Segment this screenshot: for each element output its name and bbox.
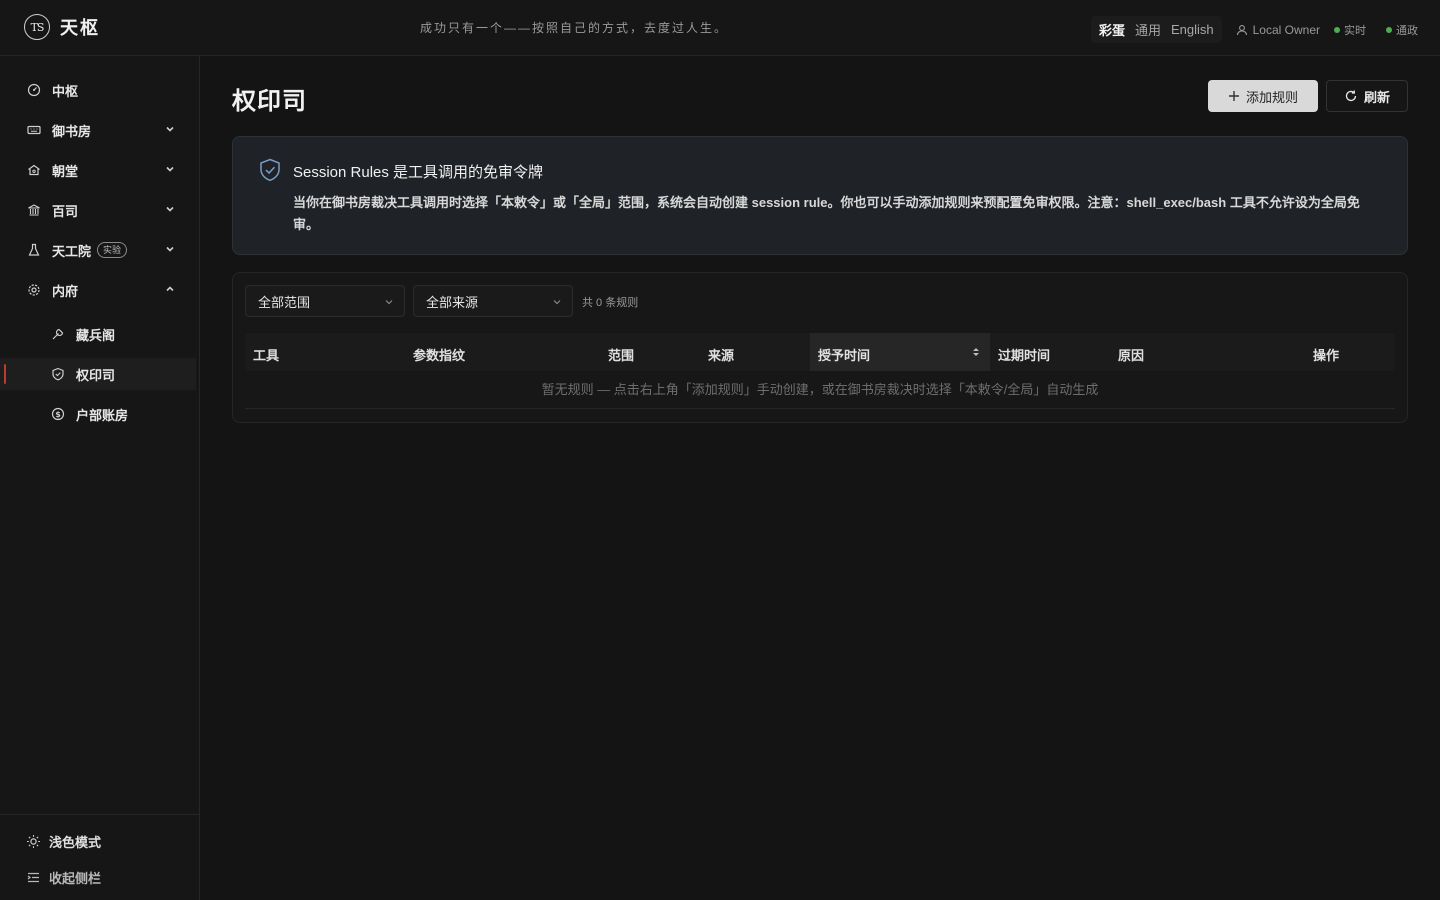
logo: TS (24, 14, 50, 40)
gear-icon (26, 282, 42, 298)
status-gov-label: 通政 (1396, 24, 1418, 37)
sidebar-item-court[interactable]: 朝堂 (0, 154, 196, 186)
sort-icon[interactable] (971, 346, 981, 358)
status-gov: 通政 (1386, 22, 1418, 38)
rules-table-card: 全部范围 全部来源 共 0 条规则 工具 参数指纹 范围 来源 授予时间 过期时… (232, 272, 1408, 423)
sidebar: 中枢 御书房 朝堂 百司 天工院 实验 内府 藏兵阁 权印司 $ 户部账房 浅色… (0, 56, 200, 900)
sidebar-item-seal-office[interactable]: 权印司 (0, 358, 196, 390)
shield-icon (50, 366, 66, 382)
active-indicator (4, 364, 6, 384)
sidebar-item-label: 中枢 (52, 83, 79, 99)
light-mode-toggle[interactable]: 浅色模式 (26, 832, 101, 851)
table-empty-state: 暂无规则 — 点击右上角「添加规则」手动创建，或在御书房裁决时选择「本敕令/全局… (245, 373, 1395, 409)
refresh-icon (1345, 90, 1357, 102)
sidebar-item-label: 百司 (52, 203, 79, 219)
collapse-sidebar-button[interactable]: 收起侧栏 (26, 868, 101, 887)
status-realtime-label: 实时 (1344, 24, 1366, 37)
plus-icon (1228, 91, 1239, 101)
refresh-button[interactable]: 刷新 (1326, 80, 1408, 112)
sidebar-item-label: 内府 (52, 283, 79, 299)
column-header-source[interactable]: 来源 (708, 345, 734, 364)
user-icon (1236, 24, 1247, 35)
column-header-reason[interactable]: 原因 (1118, 345, 1144, 364)
collapse-label: 收起侧栏 (49, 871, 102, 886)
sidebar-item-label: 藏兵阁 (76, 327, 116, 343)
status-realtime: 实时 (1334, 22, 1366, 38)
column-header-granted-time[interactable]: 授予时间 (818, 345, 870, 364)
info-text: 当你在御书房裁决工具调用时选择「本敕令」或「全局」范围，系统会自动创建 sess… (293, 195, 1360, 232)
chevron-down-icon (166, 126, 174, 132)
chevron-down-icon (385, 300, 393, 305)
sidebar-item-inner-palace[interactable]: 内府 (0, 274, 196, 306)
column-header-tool[interactable]: 工具 (253, 345, 279, 364)
building-icon (26, 202, 42, 218)
chevron-down-icon (166, 166, 174, 172)
add-rule-label: 添加规则 (1245, 89, 1298, 105)
sidebar-item-label: 御书房 (52, 123, 92, 139)
shield-check-icon (260, 158, 280, 182)
scope-filter-select[interactable]: 全部范围 (245, 285, 405, 317)
sidebar-item-hub[interactable]: 中枢 (0, 74, 196, 106)
collapse-icon (27, 872, 39, 883)
column-header-fingerprint[interactable]: 参数指纹 (413, 345, 465, 364)
header-right: 彩蛋 通用 English Local Owner 实时 通政 (1090, 16, 1418, 43)
source-filter-select[interactable]: 全部来源 (413, 285, 573, 317)
sidebar-footer: 浅色模式 收起侧栏 (0, 814, 200, 900)
dashboard-icon (26, 82, 42, 98)
brand[interactable]: TS 天枢 (24, 14, 100, 40)
theme-option-easter-egg[interactable]: 彩蛋 (1095, 18, 1129, 41)
rule-count: 共 0 条规则 (582, 297, 639, 309)
theme-option-english[interactable]: English (1167, 20, 1218, 39)
chevron-up-icon (166, 286, 174, 292)
sidebar-item-departments[interactable]: 百司 (0, 194, 196, 226)
top-header: TS 天枢 成功只有一个——按照自己的方式，去度过人生。 彩蛋 通用 Engli… (0, 0, 1440, 56)
palace-icon (26, 162, 42, 178)
status-dot-icon (1334, 26, 1340, 33)
wrench-icon (50, 326, 66, 342)
keyboard-icon (26, 122, 42, 138)
column-header-expiry-time[interactable]: 过期时间 (998, 345, 1050, 364)
owner-name: Local Owner (1252, 22, 1320, 37)
sidebar-item-label: 户部账房 (76, 407, 129, 423)
column-header-actions: 操作 (1313, 348, 1340, 363)
sidebar-item-label: 天工院 (52, 243, 92, 259)
svg-text:$: $ (55, 410, 61, 419)
sun-icon (27, 835, 40, 848)
chevron-down-icon (166, 246, 174, 252)
brand-name: 天枢 (60, 18, 100, 38)
info-banner: Session Rules 是工具调用的免审令牌 当你在御书房裁决工具调用时选择… (232, 136, 1408, 255)
column-header-scope[interactable]: 范围 (608, 345, 634, 364)
coin-icon: $ (50, 406, 66, 422)
sidebar-item-label: 权印司 (76, 367, 116, 383)
page-title: 权印司 (232, 88, 307, 115)
sidebar-item-label: 朝堂 (52, 163, 79, 179)
scope-filter-value: 全部范围 (258, 294, 311, 310)
owner-indicator[interactable]: Local Owner (1236, 23, 1320, 37)
sidebar-item-study[interactable]: 御书房 (0, 114, 196, 146)
sidebar-item-armory[interactable]: 藏兵阁 (0, 318, 196, 350)
sidebar-item-ledger[interactable]: $ 户部账房 (0, 398, 196, 430)
theme-switcher: 彩蛋 通用 English (1090, 16, 1222, 43)
chevron-down-icon (553, 300, 561, 305)
header-motto: 成功只有一个——按照自己的方式，去度过人生。 (420, 21, 729, 35)
experimental-badge: 实验 (97, 242, 128, 258)
light-mode-label: 浅色模式 (49, 835, 102, 850)
chevron-down-icon (166, 206, 174, 212)
table-header: 工具 参数指纹 范围 来源 授予时间 过期时间 原因 操作 (245, 333, 1395, 371)
source-filter-value: 全部来源 (426, 294, 479, 310)
add-rule-button[interactable]: 添加规则 (1208, 80, 1318, 112)
status-dot-icon (1386, 26, 1392, 33)
theme-option-general[interactable]: 通用 (1131, 18, 1165, 41)
flask-icon (26, 242, 42, 258)
refresh-label: 刷新 (1363, 89, 1390, 105)
sidebar-item-lab[interactable]: 天工院 实验 (0, 234, 196, 266)
info-title: Session Rules 是工具调用的免审令牌 (293, 164, 544, 181)
